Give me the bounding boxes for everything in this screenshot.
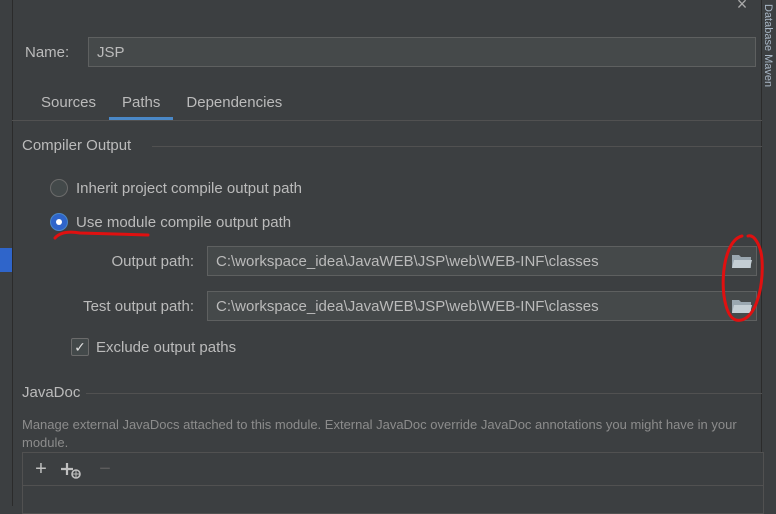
right-tool-window-label[interactable]: Database Maven — [762, 4, 774, 87]
exclude-output-label[interactable]: Exclude output paths — [96, 339, 236, 356]
output-path-field[interactable]: C:\workspace_idea\JavaWEB\JSP\web\WEB-IN… — [207, 246, 757, 276]
tab-bar: Sources Paths Dependencies — [28, 90, 295, 120]
annotation-circle — [721, 234, 764, 322]
minus-icon[interactable]: − — [93, 457, 117, 481]
javadoc-toolbar: + − — [23, 453, 763, 486]
left-selection-marker — [0, 248, 12, 272]
name-field[interactable]: JSP — [88, 37, 756, 67]
tab-sources[interactable]: Sources — [28, 90, 109, 120]
inherit-output-radio[interactable] — [50, 179, 68, 197]
section-divider — [152, 146, 762, 147]
tab-paths[interactable]: Paths — [109, 90, 174, 120]
add-url-icon[interactable] — [59, 457, 83, 481]
tab-dependencies[interactable]: Dependencies — [173, 90, 295, 120]
annotation-underline — [53, 230, 150, 240]
name-label: Name: — [25, 43, 70, 61]
javadoc-description: Manage external JavaDocs attached to thi… — [22, 417, 737, 450]
javadoc-title: JavaDoc — [22, 384, 81, 401]
exclude-output-checkbox[interactable]: ✓ — [71, 338, 89, 356]
javadoc-list[interactable]: + − — [22, 452, 764, 514]
plus-icon[interactable]: + — [29, 457, 53, 481]
tabs-divider — [12, 120, 762, 121]
compiler-output-title: Compiler Output — [22, 137, 132, 154]
test-output-path-field[interactable]: C:\workspace_idea\JavaWEB\JSP\web\WEB-IN… — [207, 291, 757, 321]
test-output-path-label: Test output path: — [83, 298, 194, 315]
section-divider — [86, 393, 762, 394]
inherit-output-label[interactable]: Inherit project compile output path — [76, 180, 302, 197]
name-row: Name: — [25, 37, 87, 67]
output-path-label: Output path: — [111, 253, 194, 270]
close-icon[interactable]: × — [732, 0, 752, 14]
